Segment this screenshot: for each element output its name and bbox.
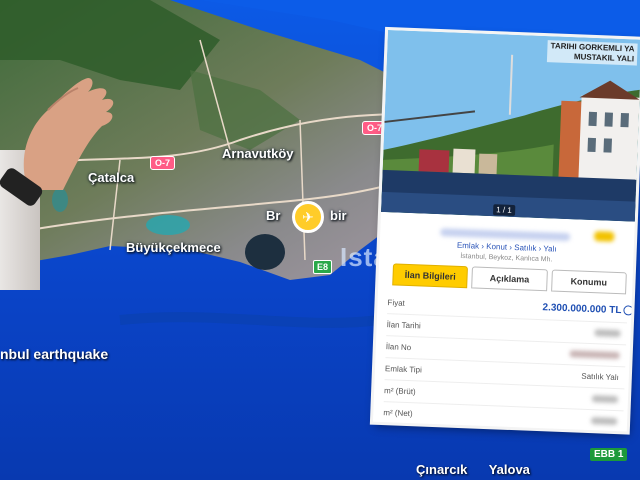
- blurred-net-area-value: [591, 417, 618, 426]
- listing-no-label: İlan No: [385, 342, 412, 353]
- road-badge-o7-left: O-7: [150, 156, 176, 170]
- place-label-buyukcekmece: Büyükçekmece: [126, 240, 221, 255]
- listing-info-table: Fiyat 2.300.000.000 TL İlan Tarihi İlan …: [382, 292, 634, 432]
- photo-title-line2: MUSTAKIL YALI: [573, 52, 635, 64]
- price-label: Fiyat: [387, 298, 406, 308]
- road-badge-e80: E8: [313, 260, 333, 274]
- listing-photo-title: TARIHI GORKEMLI YA MUSTAKIL YALI: [547, 40, 638, 66]
- price-value: 2.300.000.000 TL: [542, 302, 622, 317]
- photo-counter[interactable]: 1 / 1: [492, 204, 515, 216]
- place-label-yalova: Yalova: [488, 462, 530, 477]
- property-type-label: Emlak Tipi: [384, 364, 423, 375]
- bottom-place-labels: Çınarcık Yalova: [416, 462, 548, 477]
- tab-konumu[interactable]: Konumu: [550, 269, 627, 295]
- listing-photo: TARIHI GORKEMLI YA MUSTAKIL YALI 1 / 1: [381, 30, 640, 222]
- net-area-label: m² (Net): [383, 408, 413, 419]
- place-label-airport-left: Br: [266, 208, 281, 223]
- blurred-listing-no-value: [569, 350, 620, 360]
- blurred-favorite-button[interactable]: [594, 231, 615, 242]
- blurred-gross-area-value: [591, 395, 619, 404]
- earthquake-caption: nbul earthquake: [0, 346, 109, 362]
- place-label-airport-right: bir: [330, 208, 347, 223]
- listing-tabs: İlan Bilgileri Açıklama Konumu: [392, 263, 627, 295]
- place-label-cinarcik: Çınarcık: [416, 462, 468, 477]
- channel-badge: EBB 1: [590, 448, 628, 461]
- tab-aciklama[interactable]: Açıklama: [471, 266, 548, 292]
- listing-screenshot: TARIHI GORKEMLI YA MUSTAKIL YALI 1 / 1 E…: [372, 30, 640, 432]
- gross-area-label: m² (Brüt): [383, 386, 416, 397]
- date-label: İlan Tarihi: [386, 320, 421, 331]
- property-type-value: Satılık Yalı: [581, 371, 619, 383]
- airport-pin-icon: ✈: [292, 201, 324, 233]
- blurred-date-value: [594, 329, 621, 338]
- tab-ilan-bilgileri[interactable]: İlan Bilgileri: [392, 263, 469, 289]
- place-label-arnavutkoy: Arnavutköy: [222, 146, 294, 161]
- blurred-listing-title: [440, 228, 571, 242]
